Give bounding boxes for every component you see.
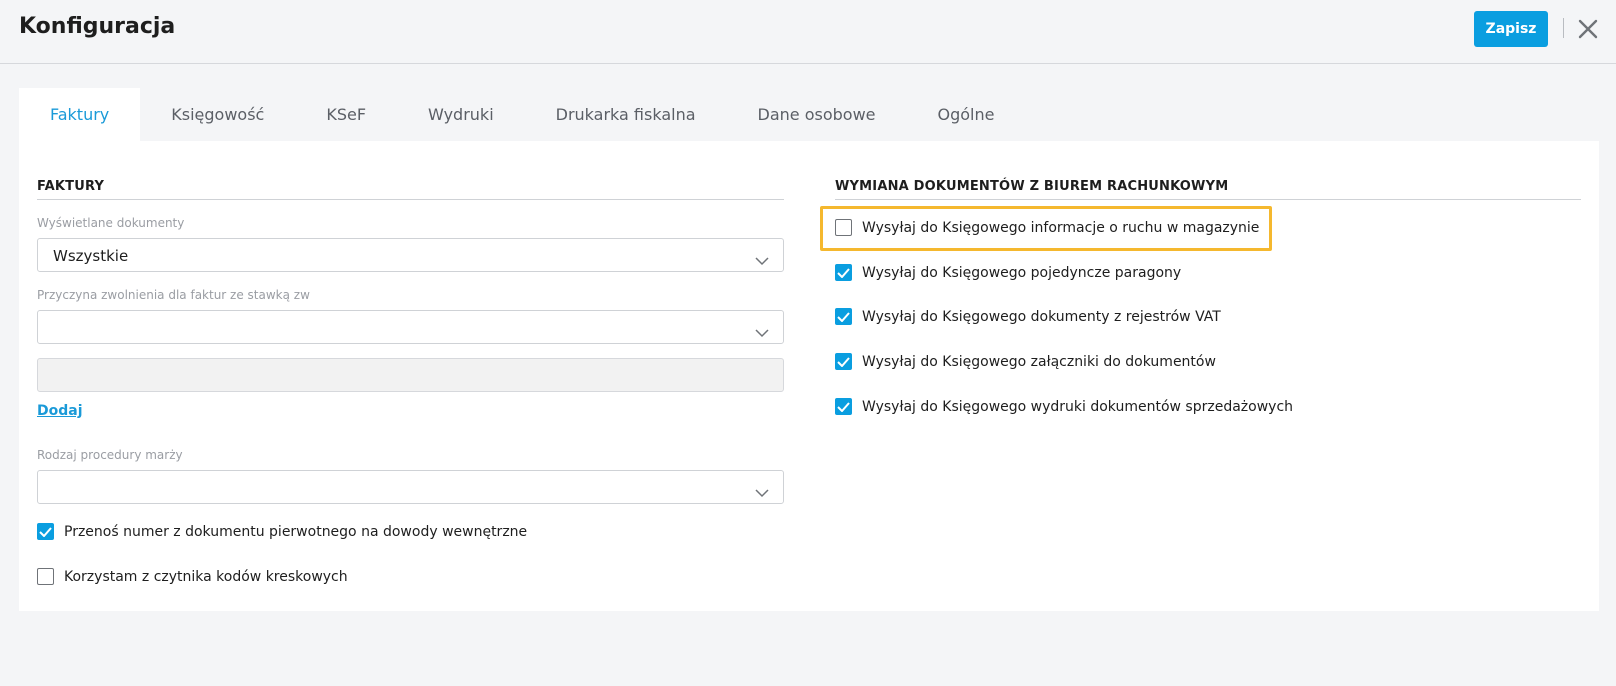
tab-wydruki[interactable]: Wydruki [397,88,525,141]
chevron-down-icon [755,483,769,502]
exemption-label: Przyczyna zwolnienia dla faktur ze stawk… [37,288,310,302]
checkbox-vat-registers[interactable] [835,308,852,325]
tab-drukarka-fiskalna[interactable]: Drukarka fiskalna [525,88,727,141]
checkbox-label: Wysyłaj do Księgowego załączniki do doku… [862,353,1216,370]
margin-procedure-select[interactable] [37,470,784,504]
checkbox-row-receipts: Wysyłaj do Księgowego pojedyncze paragon… [835,264,1181,281]
section-title-document-exchange: WYMIANA DOKUMENTÓW Z BIUREM RACHUNKOWYM [835,179,1229,194]
documents-select[interactable]: Wszystkie [37,238,784,272]
header-divider [1563,18,1564,38]
checkbox-sales-printouts[interactable] [835,398,852,415]
chevron-down-icon [755,323,769,342]
checkbox-row-carry-number: Przenoś numer z dokumentu pierwotnego na… [37,523,527,540]
checkbox-receipts[interactable] [835,264,852,281]
page-title: Konfiguracja [19,14,176,39]
checkbox-label: Korzystam z czytnika kodów kreskowych [64,568,348,585]
section-title-faktury: FAKTURY [37,179,105,194]
checkbox-row-attachments: Wysyłaj do Księgowego załączniki do doku… [835,353,1216,370]
checkbox-barcode-reader[interactable] [37,568,54,585]
checkbox-attachments[interactable] [835,353,852,370]
margin-procedure-label: Rodzaj procedury marży [37,448,183,462]
exemption-select[interactable] [37,310,784,344]
section-divider [835,199,1581,200]
checkbox-label: Wysyłaj do Księgowego wydruki dokumentów… [862,398,1294,415]
tab-ogolne[interactable]: Ogólne [907,88,1026,141]
checkbox-row-warehouse: Wysyłaj do Księgowego informacje o ruchu… [835,219,1259,236]
section-divider [37,199,784,200]
documents-select-value: Wszystkie [53,247,129,265]
checkbox-row-sales-printouts: Wysyłaj do Księgowego wydruki dokumentów… [835,398,1293,415]
checkbox-label: Wysyłaj do Księgowego dokumenty z rejest… [862,308,1221,325]
documents-label: Wyświetlane dokumenty [37,216,185,230]
close-icon[interactable] [1575,16,1601,42]
tab-faktury[interactable]: Faktury [19,88,141,141]
tab-bar: Faktury Księgowość KSeF Wydruki Drukarka… [19,88,1025,141]
tab-ksiegowosc[interactable]: Księgowość [140,88,295,141]
add-link[interactable]: Dodaj [37,403,83,419]
checkbox-label: Przenoś numer z dokumentu pierwotnego na… [64,523,528,540]
checkbox-label: Wysyłaj do Księgowego informacje o ruchu… [862,219,1260,236]
checkbox-warehouse-info[interactable] [835,219,852,236]
tab-ksef[interactable]: KSeF [295,88,397,141]
checkbox-row-barcode-reader: Korzystam z czytnika kodów kreskowych [37,568,348,585]
chevron-down-icon [755,251,769,270]
checkbox-label: Wysyłaj do Księgowego pojedyncze paragon… [862,264,1182,281]
tab-dane-osobowe[interactable]: Dane osobowe [727,88,907,141]
save-button[interactable]: Zapisz [1474,11,1548,47]
checkbox-row-vat-registers: Wysyłaj do Księgowego dokumenty z rejest… [835,308,1221,325]
checkbox-carry-number[interactable] [37,523,54,540]
header-bar: Konfiguracja Zapisz [0,0,1616,64]
exemption-text-field [37,358,784,392]
